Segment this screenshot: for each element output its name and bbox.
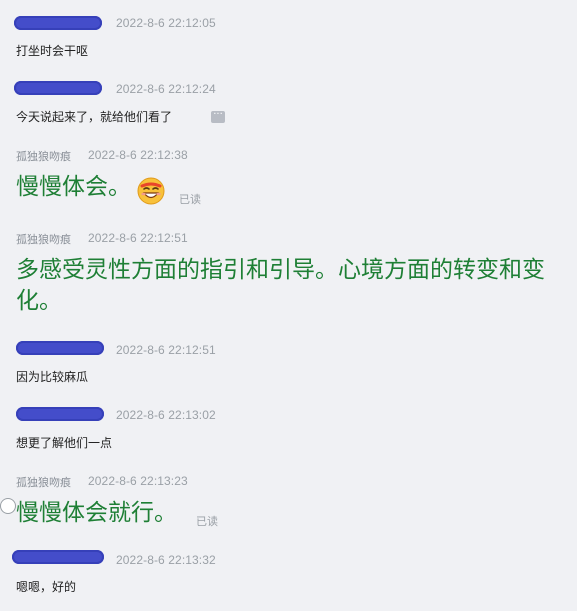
read-status: 已读 bbox=[196, 515, 218, 528]
redacted-sender-name bbox=[14, 16, 102, 30]
redacted-sender-name bbox=[14, 81, 102, 95]
message-timestamp: 2022-8-6 22:12:38 bbox=[88, 148, 188, 162]
more-options-button[interactable]: ··· bbox=[211, 109, 225, 123]
reply-message-text: 慢慢体会。 bbox=[16, 174, 131, 200]
message-text: 打坐时会干呕 bbox=[16, 44, 89, 58]
redacted-sender-name bbox=[16, 407, 104, 421]
redacted-sender-name bbox=[12, 550, 104, 564]
loading-ring-icon bbox=[0, 498, 16, 514]
more-icon: ··· bbox=[213, 109, 223, 120]
message-text: 今天说起来了，就给他们看了 bbox=[16, 110, 173, 124]
message-timestamp: 2022-8-6 22:13:32 bbox=[116, 553, 216, 567]
message-timestamp: 2022-8-6 22:13:02 bbox=[116, 408, 216, 422]
message-text: 因为比较麻瓜 bbox=[16, 370, 89, 384]
read-status: 已读 bbox=[179, 193, 201, 206]
message-timestamp: 2022-8-6 22:12:24 bbox=[116, 82, 216, 96]
message-timestamp: 2022-8-6 22:13:23 bbox=[88, 474, 188, 488]
sender-name: 孤独狼吻痕 bbox=[16, 150, 71, 163]
sender-name: 孤独狼吻痕 bbox=[16, 233, 71, 246]
redacted-sender-name bbox=[16, 341, 104, 355]
message-text: 想更了解他们一点 bbox=[16, 436, 113, 450]
message-timestamp: 2022-8-6 22:12:05 bbox=[116, 16, 216, 30]
reply-message-text: 慢慢体会就行。 bbox=[16, 500, 177, 526]
grinning-emoji-icon bbox=[137, 177, 165, 205]
reply-message-text: 多感受灵性方面的指引和引导。心境方面的转变和变化。 bbox=[16, 257, 545, 314]
message-text: 嗯嗯，好的 bbox=[16, 580, 77, 594]
message-timestamp: 2022-8-6 22:12:51 bbox=[88, 231, 188, 245]
sender-name: 孤独狼吻痕 bbox=[16, 476, 71, 489]
message-timestamp: 2022-8-6 22:12:51 bbox=[116, 343, 216, 357]
